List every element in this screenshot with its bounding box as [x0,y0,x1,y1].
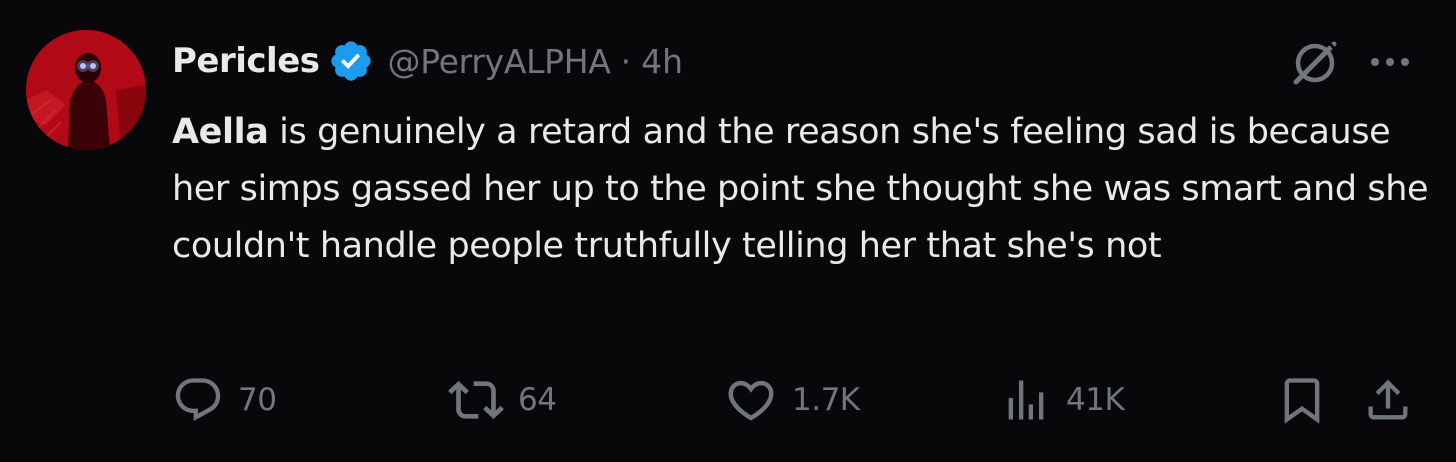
views-button[interactable]: 41K [1000,368,1125,432]
share-icon [1368,379,1408,420]
retweet-button[interactable]: 64 [448,368,557,432]
tweet-text: Aella is genuinely a retard and the reas… [172,104,1432,275]
header-separator: · [620,41,632,81]
tweet-header: Pericles @PerryALPHA · 4h [172,36,683,86]
view-count: 41K [1066,382,1125,418]
retweet-icon [448,381,504,419]
author-display-name[interactable]: Pericles [172,41,320,81]
like-button[interactable]: 1.7K [724,368,860,432]
tweet-card[interactable]: Pericles @PerryALPHA · 4h Aella is genui… [0,0,1456,462]
verified-badge-icon[interactable] [328,38,374,84]
tweet-timestamp[interactable]: 4h [641,42,683,81]
tweet-actions: 70 64 1.7K 41K [0,368,1456,432]
avatar-image [26,30,146,150]
bookmark-button[interactable] [1276,368,1328,432]
share-button[interactable] [1362,368,1414,432]
tweet-text-body: is genuinely a retard and the reason she… [172,112,1429,266]
like-count: 1.7K [792,382,860,418]
grok-icon[interactable] [1288,36,1342,90]
bookmark-icon [1284,378,1320,424]
heart-icon [728,380,774,421]
author-handle[interactable]: @PerryALPHA [388,42,611,81]
avatar[interactable] [26,30,146,150]
reply-button[interactable]: 70 [172,368,277,432]
reply-count: 70 [238,382,277,418]
retweet-count: 64 [518,382,557,418]
mention-link[interactable]: Aella [172,112,269,152]
more-options-icon[interactable] [1362,42,1418,82]
reply-icon [175,378,221,422]
views-icon [1008,380,1044,420]
